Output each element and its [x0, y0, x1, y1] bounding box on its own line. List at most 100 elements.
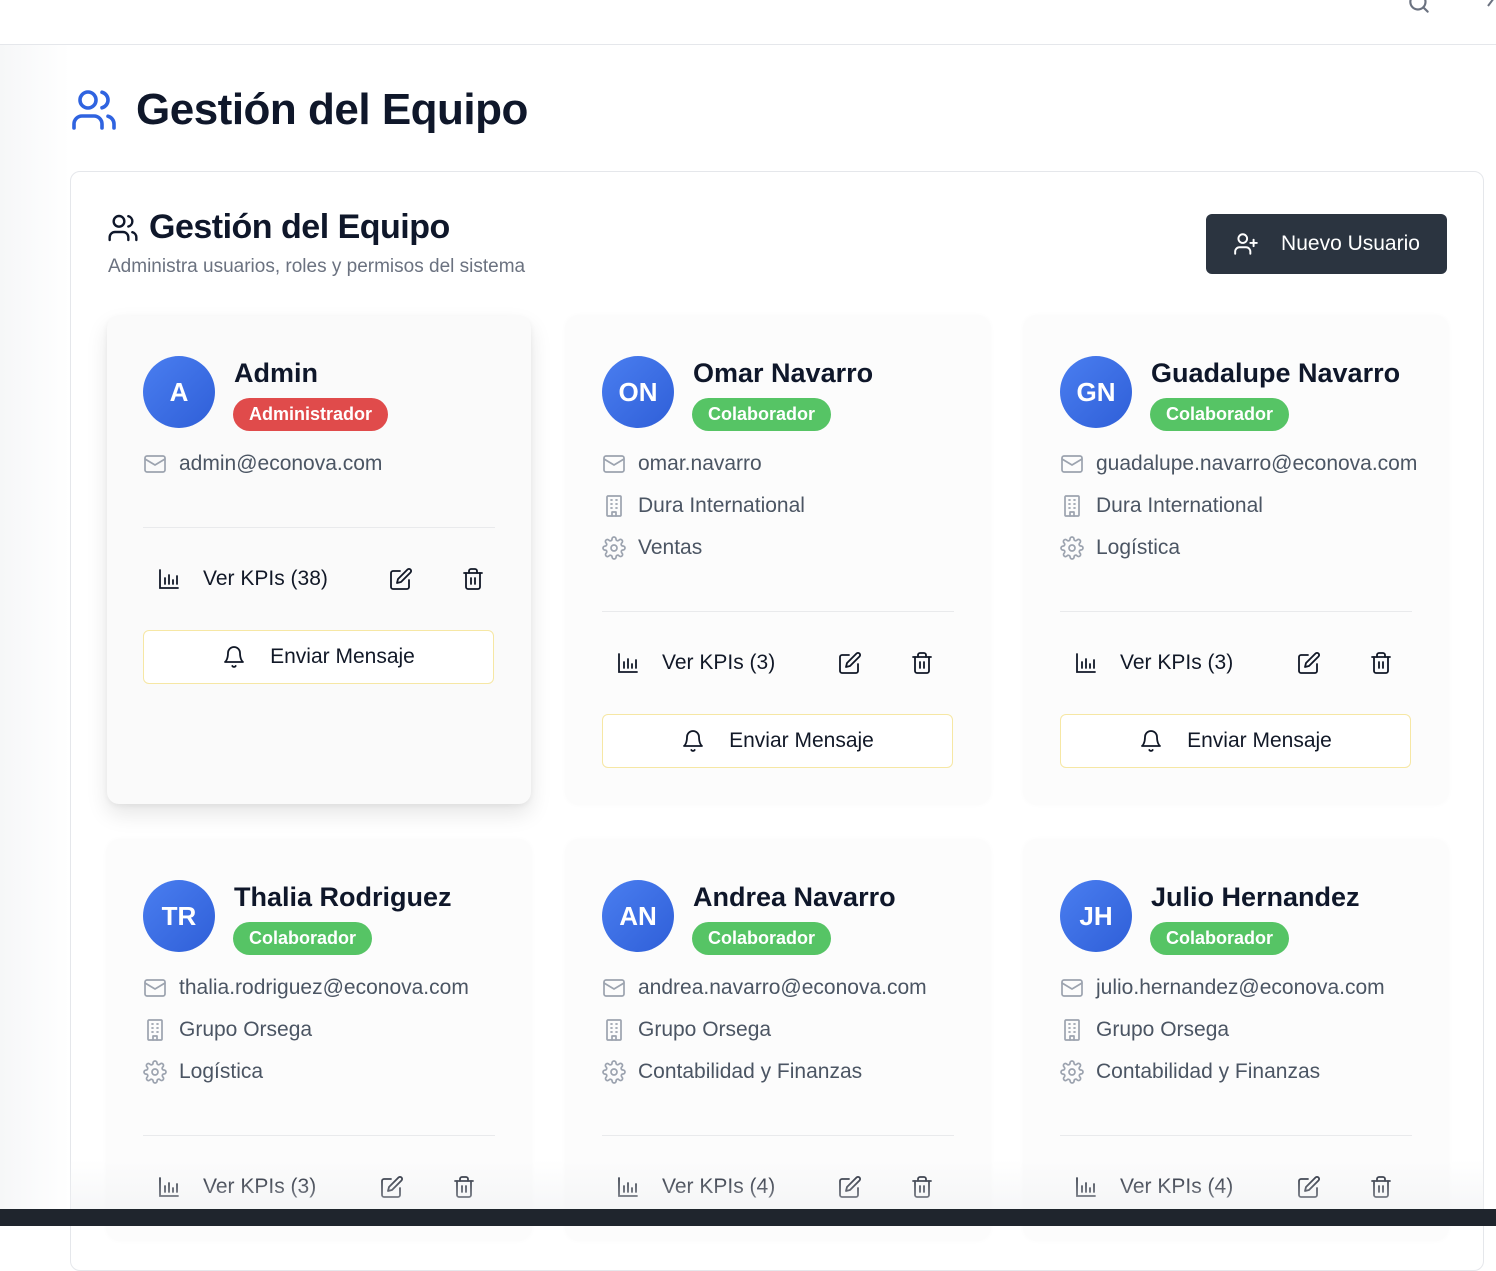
edit-button[interactable] — [386, 564, 416, 594]
user-company: Dura International — [638, 494, 805, 517]
gear-icon — [1060, 536, 1084, 560]
panel-subtitle: Administra usuarios, roles y permisos de… — [108, 256, 526, 277]
divider — [1060, 1135, 1412, 1136]
user-card: GN Guadalupe Navarro Colaborador guadalu… — [1024, 316, 1448, 804]
edit-icon — [1298, 1176, 1320, 1198]
user-area: Ventas — [638, 536, 703, 559]
edit-icon — [390, 568, 412, 590]
bar-chart-icon — [1076, 1177, 1096, 1197]
email-row: andrea.navarro@econova.com — [602, 976, 927, 1000]
panel-title: Gestión del Equipo — [149, 208, 450, 246]
building-icon — [606, 495, 622, 517]
view-kpis-button[interactable]: Ver KPIs (38) — [157, 567, 328, 591]
top-bar — [0, 0, 1496, 45]
kpi-label: Ver KPIs (3) — [662, 651, 776, 674]
delete-button[interactable] — [907, 1172, 937, 1202]
new-user-button[interactable]: Nuevo Usuario — [1206, 214, 1447, 274]
gear-icon — [602, 1060, 626, 1084]
send-message-label: Enviar Mensaje — [729, 729, 874, 752]
edit-button[interactable] — [1294, 1172, 1324, 1202]
user-plus-icon — [1234, 233, 1258, 255]
send-message-button[interactable]: Enviar Mensaje — [602, 714, 953, 768]
send-message-button[interactable]: Enviar Mensaje — [143, 630, 494, 684]
page-header: Gestión del Equipo — [70, 82, 528, 138]
user-area: Contabilidad y Finanzas — [1096, 1060, 1321, 1083]
view-kpis-button[interactable]: Ver KPIs (4) — [616, 1175, 775, 1199]
edit-button[interactable] — [377, 1172, 407, 1202]
bar-chart-icon — [1076, 653, 1096, 673]
send-message-label: Enviar Mensaje — [270, 645, 415, 668]
area-row: Contabilidad y Finanzas — [1060, 1060, 1320, 1084]
divider — [602, 1135, 954, 1136]
send-message-label: Enviar Mensaje — [1187, 729, 1332, 752]
company-row: Dura International — [602, 494, 805, 518]
mail-icon — [603, 979, 625, 997]
edit-icon — [1298, 652, 1320, 674]
user-area: Contabilidad y Finanzas — [638, 1060, 863, 1083]
edit-button[interactable] — [835, 648, 865, 678]
building-icon — [147, 1019, 163, 1041]
user-menu-icon[interactable] — [1486, 0, 1496, 8]
divider — [143, 527, 495, 528]
kpi-label: Ver KPIs (38) — [203, 567, 328, 590]
trash-icon — [912, 652, 932, 674]
bottom-bar — [0, 1209, 1496, 1226]
bell-icon — [1141, 730, 1162, 752]
trash-icon — [912, 1176, 932, 1198]
mail-icon — [1061, 455, 1083, 473]
delete-button[interactable] — [449, 1172, 479, 1202]
user-company: Grupo Orsega — [638, 1018, 772, 1041]
users-icon — [108, 214, 138, 241]
role-badge: Colaborador — [692, 922, 832, 955]
view-kpis-button[interactable]: Ver KPIs (3) — [1074, 651, 1233, 675]
email-row: guadalupe.navarro@econova.com — [1060, 452, 1417, 476]
company-row: Grupo Orsega — [1060, 1018, 1229, 1042]
user-email: thalia.rodriguez@econova.com — [179, 976, 469, 999]
user-name: Andrea Navarro — [693, 882, 896, 912]
mail-icon — [1061, 979, 1083, 997]
delete-button[interactable] — [458, 564, 488, 594]
gear-icon — [1060, 1060, 1084, 1084]
view-kpis-button[interactable]: Ver KPIs (4) — [1074, 1175, 1233, 1199]
mail-icon — [144, 979, 166, 997]
divider — [602, 611, 954, 612]
user-name: Julio Hernandez — [1151, 882, 1360, 912]
role-badge: Colaborador — [1150, 398, 1290, 431]
bar-chart-icon — [618, 653, 638, 673]
role-badge: Colaborador — [692, 398, 832, 431]
bell-icon — [683, 730, 704, 752]
page-title: Gestión del Equipo — [136, 85, 528, 134]
delete-button[interactable] — [1366, 648, 1396, 678]
delete-button[interactable] — [1366, 1172, 1396, 1202]
user-area: Logística — [1096, 536, 1181, 559]
kpi-label: Ver KPIs (4) — [662, 1175, 776, 1198]
user-name: Guadalupe Navarro — [1151, 358, 1401, 388]
user-card: AN Andrea Navarro Colaborador andrea.nav… — [566, 840, 990, 1240]
area-row: Ventas — [602, 536, 702, 560]
view-kpis-button[interactable]: Ver KPIs (3) — [157, 1175, 316, 1199]
kpi-label: Ver KPIs (4) — [1120, 1175, 1234, 1198]
user-company: Dura International — [1096, 494, 1263, 517]
trash-icon — [1371, 1176, 1391, 1198]
send-message-button[interactable]: Enviar Mensaje — [1060, 714, 1411, 768]
user-email: andrea.navarro@econova.com — [638, 976, 927, 999]
avatar: ON — [602, 356, 674, 428]
panel-header: Gestión del Equipo — [107, 208, 450, 247]
user-name: Thalia Rodriguez — [234, 882, 452, 912]
avatar: JH — [1060, 880, 1132, 952]
building-icon — [606, 1019, 622, 1041]
delete-button[interactable] — [907, 648, 937, 678]
role-badge: Administrador — [233, 398, 389, 431]
kpi-label: Ver KPIs (3) — [1120, 651, 1234, 674]
trash-icon — [463, 568, 483, 590]
edit-button[interactable] — [835, 1172, 865, 1202]
view-kpis-button[interactable]: Ver KPIs (3) — [616, 651, 775, 675]
company-row: Grupo Orsega — [143, 1018, 312, 1042]
mail-icon — [144, 455, 166, 473]
search-icon[interactable] — [1406, 0, 1432, 16]
user-email: admin@econova.com — [179, 452, 383, 475]
new-user-label: Nuevo Usuario — [1281, 232, 1420, 255]
user-name: Admin — [234, 358, 318, 388]
email-row: omar.navarro — [602, 452, 762, 476]
edit-button[interactable] — [1294, 648, 1324, 678]
